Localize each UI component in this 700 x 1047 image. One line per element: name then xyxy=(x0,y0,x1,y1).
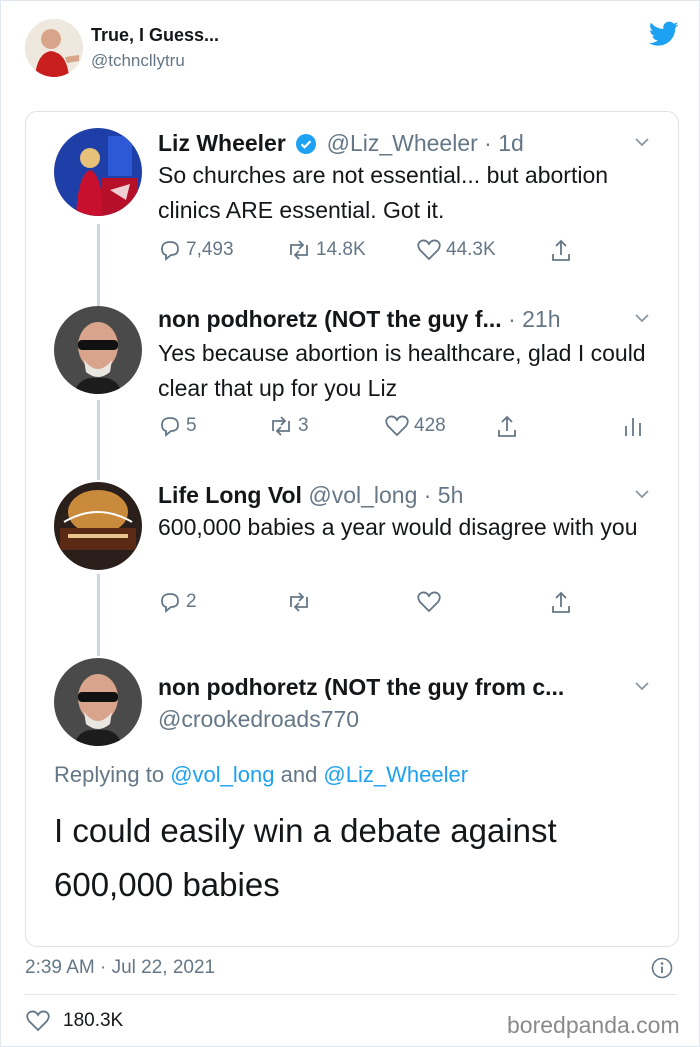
mention-link[interactable]: @vol_long xyxy=(170,762,274,787)
display-name[interactable]: Liz Wheeler xyxy=(158,130,286,156)
tweet-text: Yes because abortion is healthcare, glad… xyxy=(158,340,646,401)
retweet-icon xyxy=(290,240,308,260)
handle-time[interactable]: @vol_long · 5h xyxy=(308,482,463,508)
share-icon xyxy=(552,591,570,613)
thread-connector xyxy=(97,224,100,308)
replying-to: Replying to @vol_long and @Liz_Wheeler xyxy=(54,762,468,788)
chevron-down-icon[interactable] xyxy=(634,310,650,326)
chevron-down-icon[interactable] xyxy=(634,486,650,502)
avatar[interactable] xyxy=(54,658,142,746)
retweet-icon xyxy=(290,592,308,612)
verified-badge-icon xyxy=(296,133,317,160)
reply-icon xyxy=(161,593,179,613)
tweet-header: non podhoretz (NOT the guy from c... xyxy=(158,674,564,701)
share-button[interactable] xyxy=(548,590,574,616)
replying-to-conj: and xyxy=(274,762,324,787)
reply-count: 2 xyxy=(186,591,197,612)
tweet-card: True, I Guess... @tchncllytru Liz Wheele… xyxy=(0,0,700,1047)
retweet-icon xyxy=(272,416,290,436)
action-bar: 5 3 428 xyxy=(158,414,678,444)
display-name[interactable]: Life Long Vol xyxy=(158,482,302,508)
handle-time[interactable]: · 21h xyxy=(508,306,560,332)
handle-time[interactable]: @Liz_Wheeler · 1d xyxy=(327,130,524,156)
retweet-button[interactable] xyxy=(286,590,312,614)
tweet-header: Liz Wheeler @Liz_Wheeler · 1d xyxy=(158,130,524,160)
mention-link[interactable]: @Liz_Wheeler xyxy=(323,762,468,787)
like-icon xyxy=(385,415,409,437)
share-icon xyxy=(552,239,570,261)
handle[interactable]: @crookedroads770 xyxy=(158,706,359,732)
reply-count: 5 xyxy=(186,415,197,436)
retweet-button[interactable]: 3 xyxy=(268,414,309,438)
avatar[interactable] xyxy=(54,306,142,394)
like-count: 44.3K xyxy=(446,239,496,260)
like-count: 428 xyxy=(414,415,446,436)
author-avatar[interactable] xyxy=(25,19,83,77)
like-button[interactable]: 44.3K xyxy=(416,238,496,262)
tweet-header: Life Long Vol @vol_long · 5h xyxy=(158,482,463,509)
like-button[interactable] xyxy=(416,590,442,614)
reply-icon xyxy=(161,241,179,261)
action-bar: 2 xyxy=(158,590,678,620)
tweet-header: non podhoretz (NOT the guy f... · 21h xyxy=(158,306,561,333)
reply-icon xyxy=(161,417,179,437)
retweet-count: 3 xyxy=(298,415,309,436)
retweet-button[interactable]: 14.8K xyxy=(286,238,366,262)
share-button[interactable] xyxy=(548,238,574,264)
display-name[interactable]: non podhoretz (NOT the guy from c... xyxy=(158,674,564,700)
like-icon xyxy=(417,591,441,613)
like-count: 180.3K xyxy=(63,1010,124,1031)
avatar[interactable] xyxy=(54,128,142,216)
reply-count: 7,493 xyxy=(186,239,234,260)
chevron-down-icon[interactable] xyxy=(634,678,650,694)
like-button[interactable]: 428 xyxy=(384,414,446,438)
watermark: boredpanda.com xyxy=(507,1012,680,1038)
action-bar: 7,493 14.8K 44.3K xyxy=(158,238,678,268)
twitter-bird-icon[interactable] xyxy=(648,21,679,52)
like-icon xyxy=(417,239,441,261)
avatar[interactable] xyxy=(54,482,142,570)
reply-button[interactable]: 5 xyxy=(158,414,197,438)
replying-to-prefix: Replying to xyxy=(54,762,171,787)
share-button[interactable] xyxy=(494,414,520,440)
share-icon xyxy=(498,415,516,437)
info-icon[interactable] xyxy=(651,957,673,984)
analytics-button[interactable] xyxy=(622,414,644,438)
tweet-text: So churches are not essential... but abo… xyxy=(158,162,609,223)
author-handle[interactable]: @tchncllytru xyxy=(91,51,185,71)
handle-line: @crookedroads770 xyxy=(158,706,359,733)
tweet-text-large: I could easily win a debate against 600,… xyxy=(54,812,557,903)
like-icon xyxy=(26,1010,50,1032)
thread-connector xyxy=(97,400,100,480)
thread-connector xyxy=(97,574,100,656)
thread-screenshot: Liz Wheeler @Liz_Wheeler · 1d So churche… xyxy=(25,111,679,947)
divider xyxy=(25,994,677,995)
reply-button[interactable]: 7,493 xyxy=(158,238,234,262)
display-name[interactable]: non podhoretz (NOT the guy f... xyxy=(158,306,502,332)
tweet-header: True, I Guess... @tchncllytru xyxy=(25,19,685,77)
tweet-timestamp[interactable]: 2:39 AM · Jul 22, 2021 xyxy=(25,957,215,979)
like-button[interactable]: 180.3K xyxy=(25,1009,123,1033)
author-name[interactable]: True, I Guess... xyxy=(91,25,219,46)
retweet-count: 14.8K xyxy=(316,239,366,260)
analytics-icon xyxy=(625,418,641,436)
chevron-down-icon[interactable] xyxy=(634,134,650,150)
reply-button[interactable]: 2 xyxy=(158,590,197,614)
tweet-text: 600,000 babies a year would disagree wit… xyxy=(158,514,638,540)
